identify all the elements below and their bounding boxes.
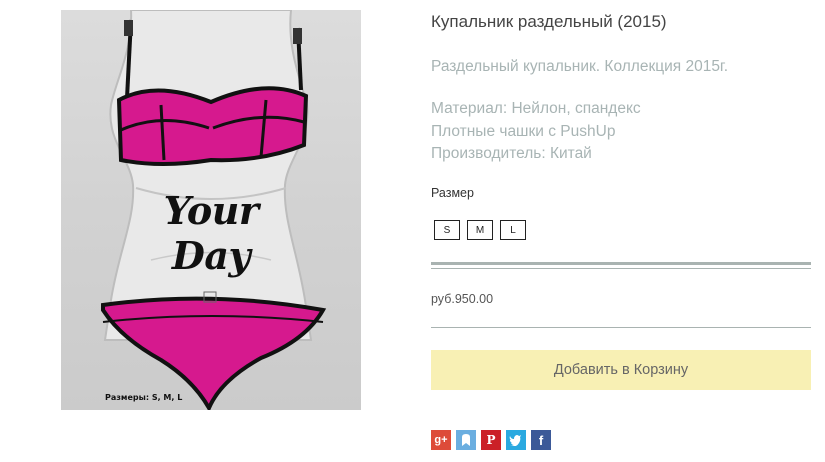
description-line: Производитель: Китай	[431, 145, 592, 162]
description-gap	[431, 79, 728, 99]
brand-watermark: Your Day	[163, 188, 259, 278]
description-line: Раздельный купальник. Коллекция 2015г.	[431, 58, 729, 75]
product-price: руб.950.00	[431, 292, 494, 306]
size-option-m[interactable]: M	[467, 220, 493, 240]
divider	[431, 262, 811, 269]
divider	[431, 327, 811, 328]
size-option-l[interactable]: L	[500, 220, 526, 240]
twitter-icon[interactable]	[506, 430, 526, 450]
add-to-cart-button[interactable]: Добавить в Корзину	[431, 350, 811, 390]
size-label: Размер	[431, 186, 474, 200]
facebook-icon[interactable]: f	[531, 430, 551, 450]
google-plus-icon[interactable]: g+	[431, 430, 451, 450]
description-line: Плотные чашки с PushUp	[431, 122, 616, 140]
share-icons: g+ P f	[431, 430, 551, 450]
pinterest-icon[interactable]: P	[481, 430, 501, 450]
product-title: Купальник раздельный (2015)	[431, 12, 667, 31]
size-options: S M L	[434, 220, 526, 240]
bookmark-icon[interactable]	[456, 430, 476, 450]
sizes-caption: Размеры: S, M, L	[105, 393, 183, 402]
product-description: Раздельный купальник. Коллекция 2015г. М…	[431, 56, 728, 166]
product-image[interactable]: Your Day Размеры: S, M, L	[61, 10, 361, 410]
description-line: Материал: Нейлон, спандекс	[431, 100, 641, 117]
size-option-s[interactable]: S	[434, 220, 460, 240]
